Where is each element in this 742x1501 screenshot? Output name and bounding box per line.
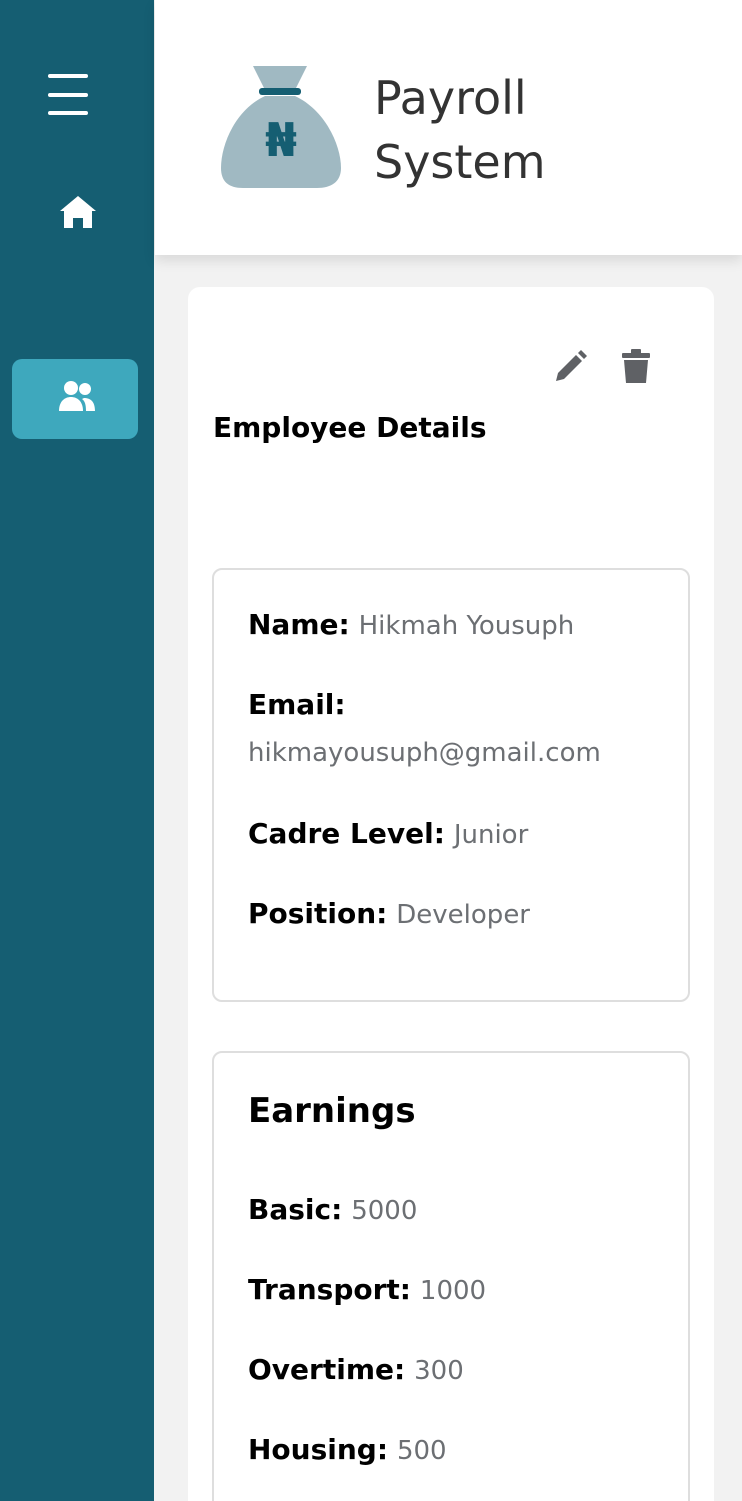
earnings-row-housing: Housing: 500 xyxy=(248,1433,447,1466)
home-icon[interactable] xyxy=(56,192,100,236)
position-label: Position: xyxy=(248,897,388,930)
email-label: Email: xyxy=(248,688,346,721)
earnings-label: Overtime: xyxy=(248,1353,406,1386)
svg-text:₦: ₦ xyxy=(265,113,297,167)
page-title: Employee Details xyxy=(213,411,487,444)
earnings-label: Transport: xyxy=(248,1273,411,1306)
money-bag-icon: ₦ xyxy=(215,60,345,196)
email-row: Email: xyxy=(248,688,346,721)
email-value: hikmayousuph@gmail.com xyxy=(248,738,601,768)
earnings-value: 5000 xyxy=(351,1196,418,1226)
app-title-line2: System xyxy=(374,135,546,189)
app-title-line1: Payroll xyxy=(374,71,527,125)
earnings-row-overtime: Overtime: 300 xyxy=(248,1353,464,1386)
header: ₦ Payroll System xyxy=(155,0,742,255)
earnings-value: 300 xyxy=(414,1356,464,1386)
position-value: Developer xyxy=(396,900,531,930)
earnings-label: Housing: xyxy=(248,1433,389,1466)
cadre-label: Cadre Level: xyxy=(248,817,445,850)
employee-card: Employee Details Name: Hikmah Yousuph Em… xyxy=(188,287,714,1501)
earnings-row-basic: Basic: 5000 xyxy=(248,1193,417,1226)
cadre-value: Junior xyxy=(453,820,529,850)
earnings-value: 1000 xyxy=(419,1276,487,1306)
users-icon xyxy=(59,381,95,411)
pencil-icon[interactable] xyxy=(552,349,588,389)
earnings-box: Earnings Basic: 5000 Transport: 1000 Ove… xyxy=(212,1051,690,1501)
trash-icon[interactable] xyxy=(620,349,652,389)
name-label: Name: xyxy=(248,608,350,641)
app-title: Payroll System xyxy=(374,66,546,194)
name-row: Name: Hikmah Yousuph xyxy=(248,608,574,641)
cadre-row: Cadre Level: Junior xyxy=(248,817,528,850)
name-value: Hikmah Yousuph xyxy=(358,611,575,641)
hamburger-icon[interactable] xyxy=(44,72,92,116)
employee-details-box: Name: Hikmah Yousuph Email: hikmayousuph… xyxy=(212,568,690,1002)
position-row: Position: Developer xyxy=(248,897,530,930)
earnings-label: Basic: xyxy=(248,1193,343,1226)
sidebar-item-employees[interactable] xyxy=(12,359,138,439)
earnings-value: 500 xyxy=(396,1436,447,1466)
sidebar xyxy=(0,0,154,1501)
earnings-row-transport: Transport: 1000 xyxy=(248,1273,486,1306)
earnings-title: Earnings xyxy=(248,1091,416,1131)
